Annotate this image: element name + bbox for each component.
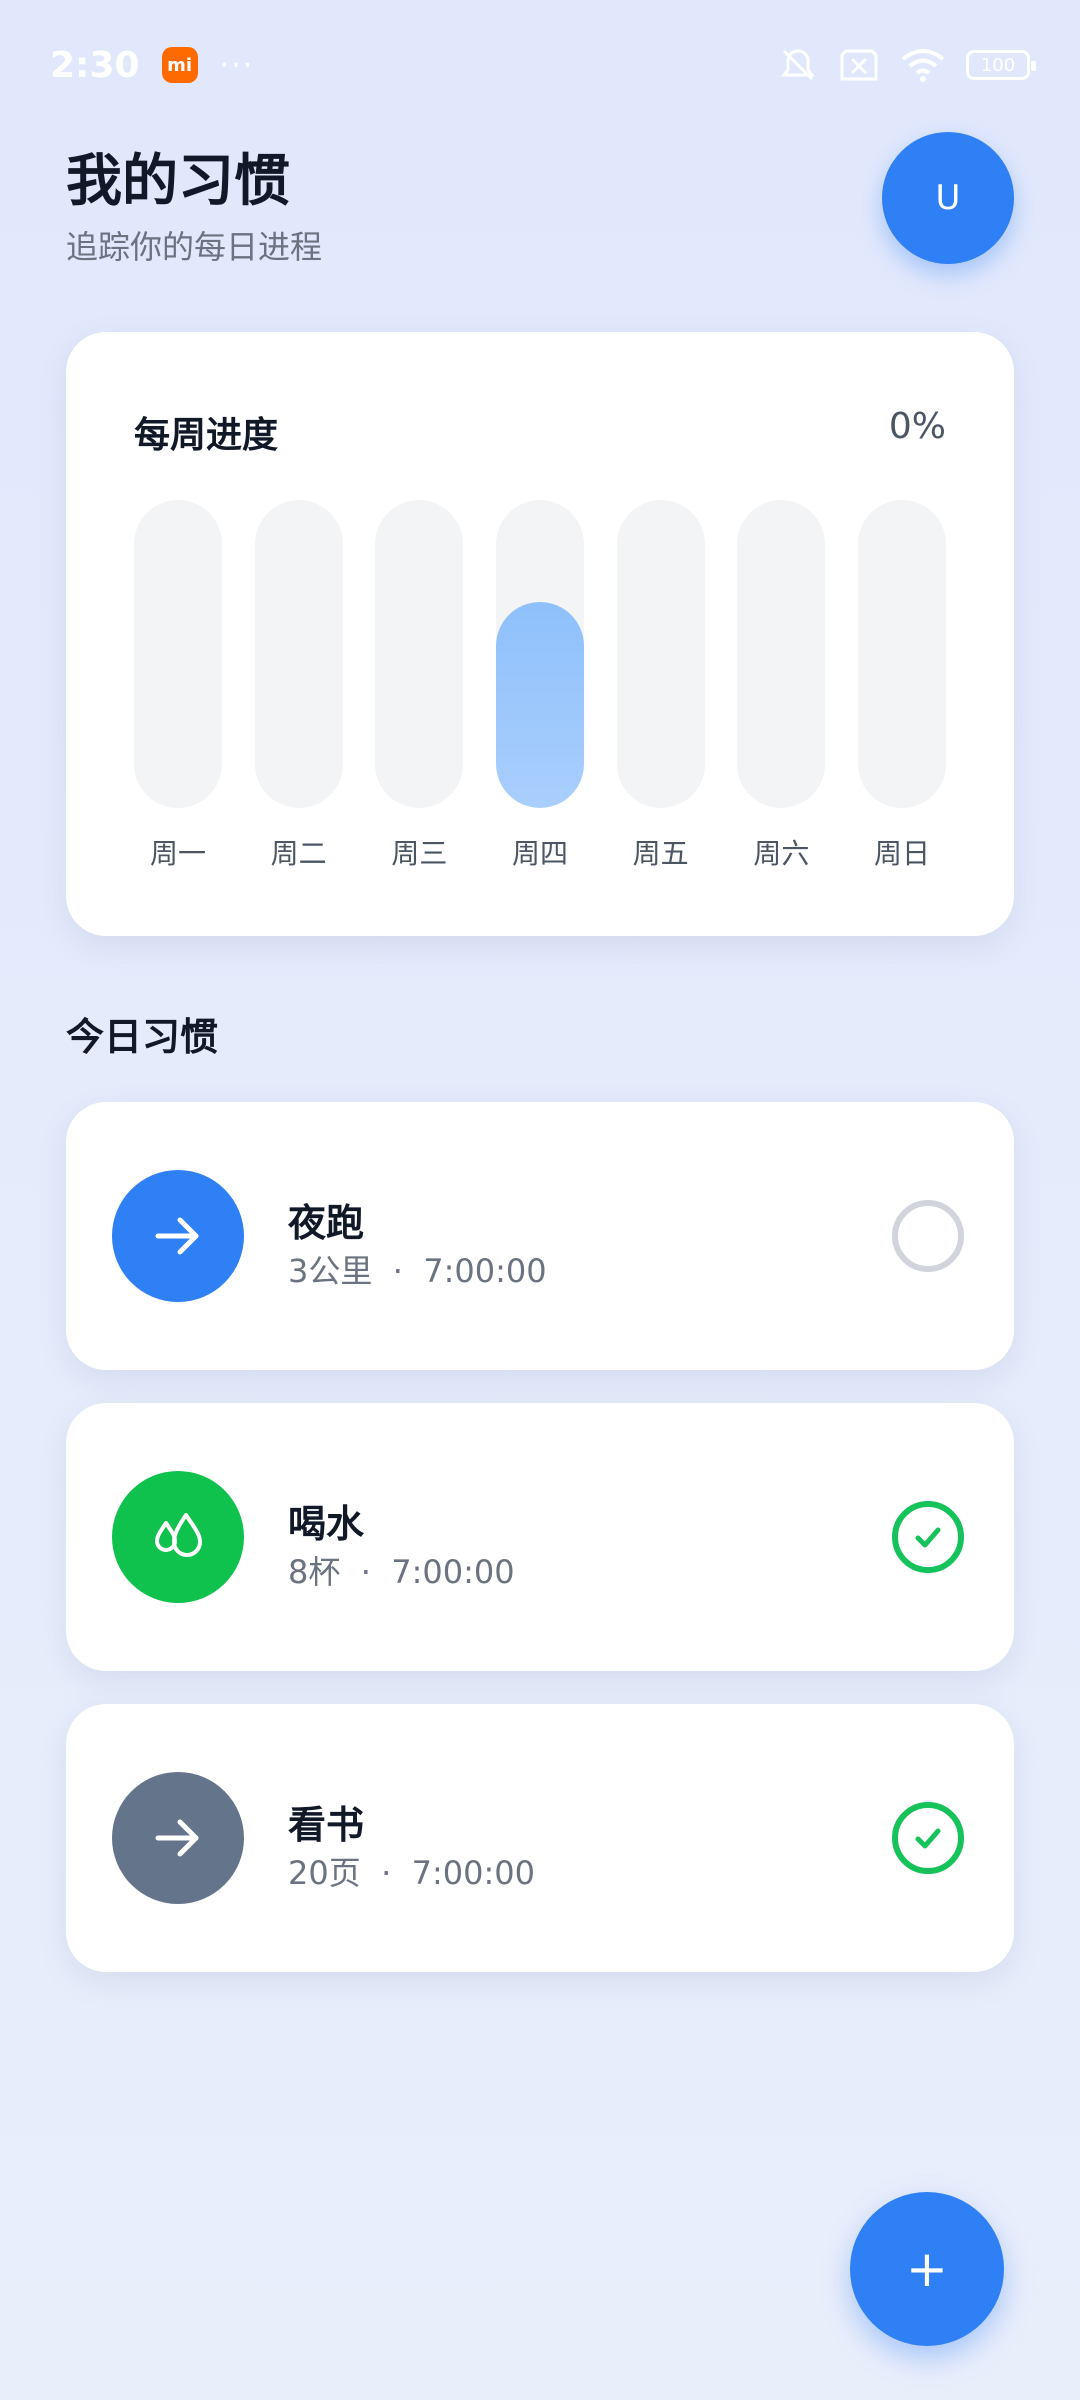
week-bar-3 xyxy=(375,500,464,808)
today-habits-title: 今日习惯 xyxy=(66,1015,219,1059)
weekly-progress-percent: 0% xyxy=(888,406,946,447)
habit-amount: 20页 xyxy=(288,1854,361,1892)
week-bar-1 xyxy=(134,500,222,808)
habit-icon-bg xyxy=(112,1471,244,1603)
week-day-label: 周四 xyxy=(511,837,568,870)
status-left: 2:30 mi ··· xyxy=(50,45,254,86)
habit-icon-bg xyxy=(112,1170,244,1302)
week-day-label: 周二 xyxy=(270,837,327,870)
more-notifications-icon: ··· xyxy=(219,47,255,83)
arrow-right-icon xyxy=(155,1819,199,1857)
status-time: 2:30 xyxy=(50,44,140,86)
weekly-progress-card: 每周进度 0% 周一 周二 周三 周四 周五 周六 周日 xyxy=(66,332,1014,936)
habit-name: 看书 xyxy=(288,1803,365,1847)
weekly-progress-title: 每周进度 xyxy=(134,415,279,456)
check-icon xyxy=(915,1527,941,1548)
habit-checkbox[interactable] xyxy=(892,1802,964,1874)
avatar[interactable]: U xyxy=(882,132,1014,264)
habit-card-run[interactable]: 夜跑 3公里 · 7:00:00 xyxy=(66,1102,1014,1370)
arrow-right-icon xyxy=(155,1217,199,1255)
water-drops-icon xyxy=(155,1513,202,1557)
status-bar: 2:30 mi ··· 100 xyxy=(50,30,1036,100)
week-day-label: 周日 xyxy=(873,837,930,870)
week-day-label: 周五 xyxy=(632,837,689,870)
week-bar-5 xyxy=(616,500,705,808)
habit-name: 夜跑 xyxy=(288,1201,365,1245)
check-icon xyxy=(915,1828,941,1849)
no-sim-icon xyxy=(840,49,878,81)
page-subtitle: 追踪你的每日进程 xyxy=(66,228,323,266)
weekly-bar-chart: 周一 周二 周三 周四 周五 周六 周日 xyxy=(134,500,946,870)
week-bar-6 xyxy=(737,500,826,808)
mi-logo-icon: mi xyxy=(161,47,198,83)
habit-amount: 8杯 xyxy=(288,1553,341,1591)
week-day-label: 周一 xyxy=(149,837,206,870)
habit-meta: 8杯 · 7:00:00 xyxy=(288,1547,515,1593)
habit-icon-bg xyxy=(112,1772,244,1904)
week-day-label: 周六 xyxy=(753,837,810,870)
habit-amount: 3公里 xyxy=(288,1252,373,1290)
habit-separator: · xyxy=(360,1553,371,1591)
week-bar-2 xyxy=(254,500,343,808)
week-bar-fill xyxy=(496,602,584,808)
habit-time: 7:00:00 xyxy=(411,1854,535,1892)
phone-screen: 2:30 mi ··· 100 我的习惯 追踪你的每日进程 U 每周进度 0% … xyxy=(0,0,1080,2400)
habit-separator: · xyxy=(392,1252,403,1290)
habit-time: 7:00:00 xyxy=(423,1252,547,1290)
wifi-icon xyxy=(901,49,945,82)
habit-name: 喝水 xyxy=(288,1502,365,1546)
habit-separator: · xyxy=(381,1854,392,1892)
habit-meta: 3公里 · 7:00:00 xyxy=(288,1246,547,1292)
habit-checkbox[interactable] xyxy=(892,1200,964,1272)
habit-time: 7:00:00 xyxy=(391,1553,515,1591)
habit-card-water[interactable]: 喝水 8杯 · 7:00:00 xyxy=(66,1403,1014,1671)
add-habit-button[interactable]: + xyxy=(850,2192,1004,2346)
week-bar-4 xyxy=(496,500,584,808)
page-title: 我的习惯 xyxy=(66,149,290,214)
habit-checkbox[interactable] xyxy=(892,1501,964,1573)
habit-card-read[interactable]: 看书 20页 · 7:00:00 xyxy=(66,1704,1014,1972)
mute-icon xyxy=(780,49,816,81)
battery-icon: 100 xyxy=(966,50,1036,80)
habit-meta: 20页 · 7:00:00 xyxy=(288,1848,535,1894)
status-right: 100 xyxy=(778,45,1036,85)
week-day-label: 周三 xyxy=(391,837,448,870)
week-bar-7 xyxy=(858,500,946,808)
